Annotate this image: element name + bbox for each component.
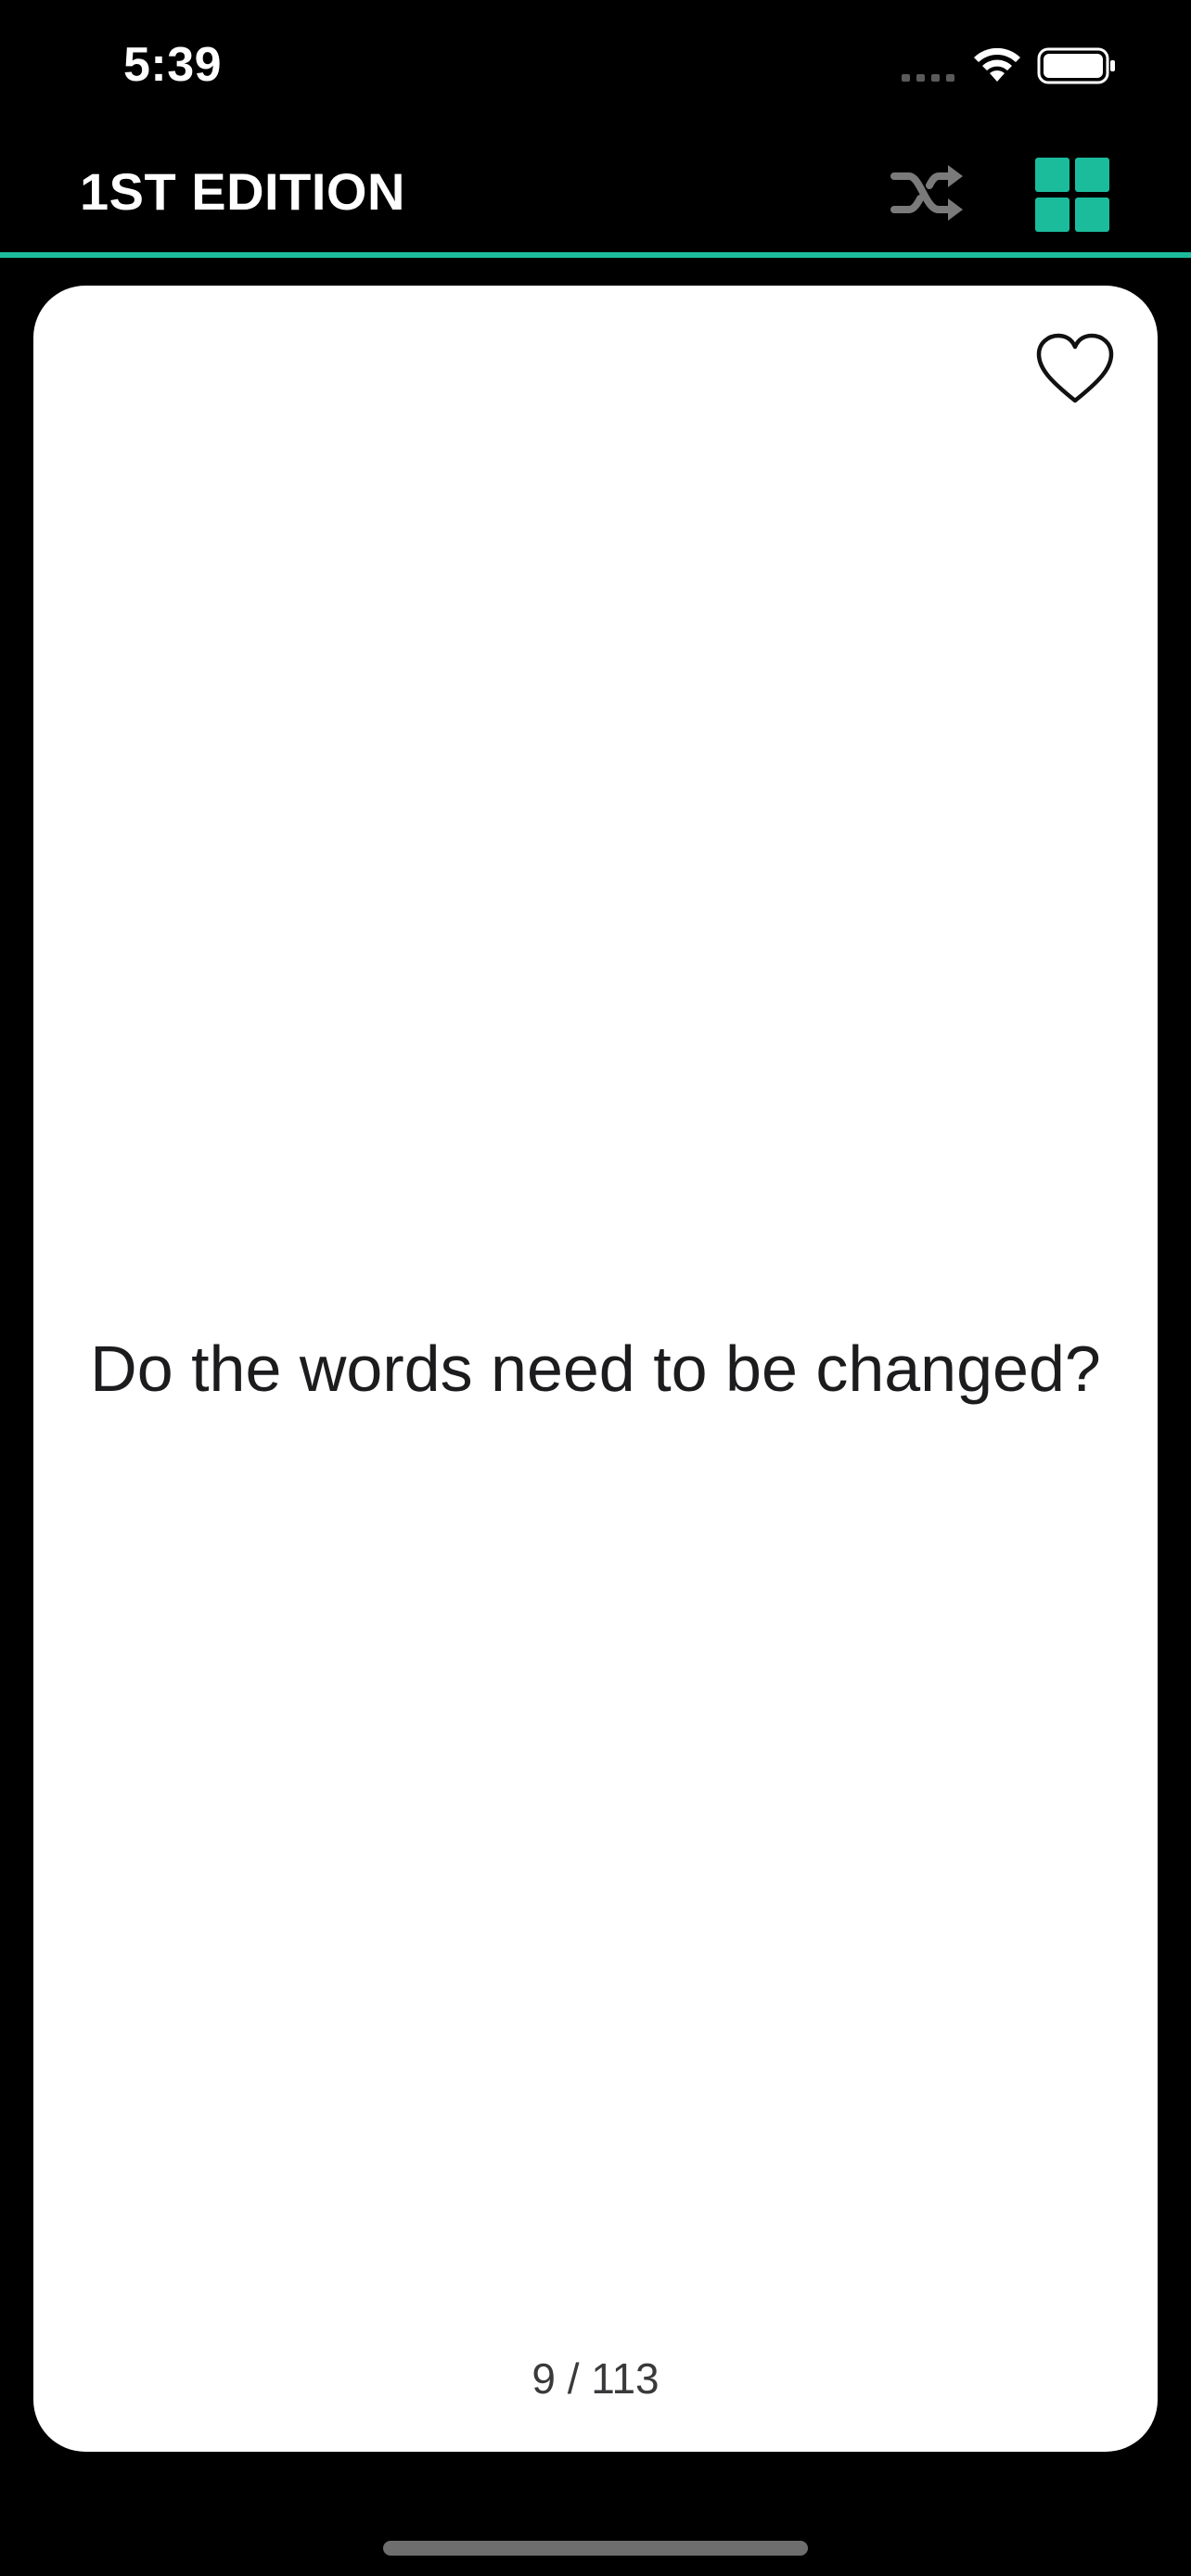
card-question: Do the words need to be changed? — [90, 1333, 1101, 1405]
battery-icon — [1037, 47, 1115, 84]
home-indicator[interactable] — [383, 2541, 808, 2556]
cellular-signal-icon — [902, 74, 954, 82]
shuffle-button[interactable] — [889, 158, 967, 228]
card-counter: 9 / 113 — [531, 2354, 660, 2403]
shuffle-icon — [890, 165, 963, 221]
nav-bar: 1ST EDITION — [0, 139, 1191, 254]
heart-outline-icon[interactable] — [1033, 330, 1117, 408]
grid-view-button[interactable] — [1035, 158, 1109, 232]
question-card[interactable]: Do the words need to be changed? 9 / 113 — [33, 286, 1158, 2452]
page-title: 1ST EDITION — [80, 162, 405, 221]
wifi-icon — [974, 47, 1020, 82]
nav-divider — [0, 252, 1191, 258]
status-bar: 5:39 — [0, 0, 1191, 139]
status-time: 5:39 — [123, 38, 223, 92]
